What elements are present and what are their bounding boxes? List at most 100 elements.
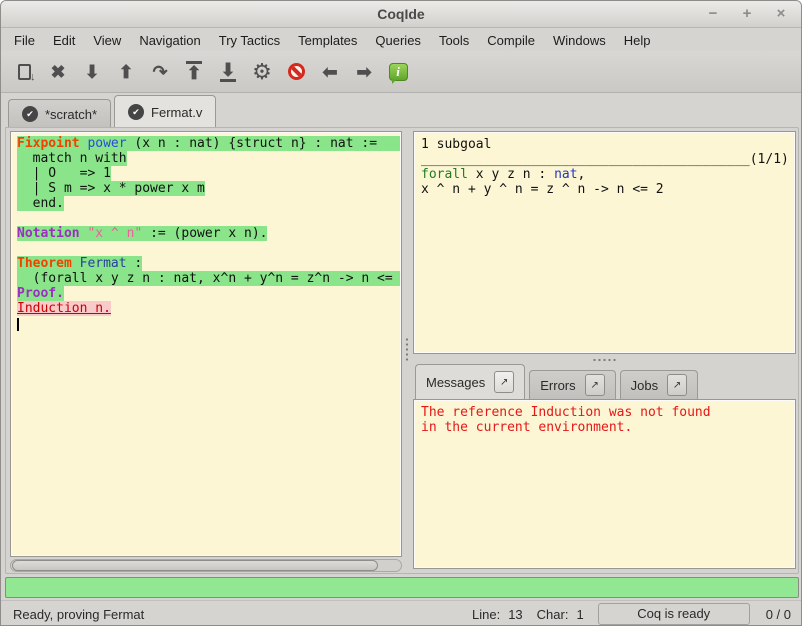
toolbar-button-close-doc[interactable]: ✖ <box>41 55 75 89</box>
file-tab-bar: ✔*scratch*✔Fermat.v <box>1 94 801 128</box>
previous-icon: ⬅ <box>322 63 337 81</box>
toolbar-button-interrupt[interactable] <box>279 55 313 89</box>
line-label: Line: <box>472 607 500 622</box>
close-button[interactable]: × <box>771 4 791 24</box>
message-line: The reference Induction was not found <box>421 405 794 420</box>
title-bar[interactable]: CoqIde − + × <box>1 1 801 28</box>
check-circle-icon: ✔ <box>22 106 38 122</box>
goals-panel: 1 subgoal_______________________________… <box>413 131 796 354</box>
tab-label: Errors <box>540 378 575 393</box>
code-line: end. <box>17 196 400 211</box>
coqide-window: CoqIde − + × FileEditViewNavigationTry T… <box>0 0 802 626</box>
code-line: Theorem Fermat : <box>17 256 400 271</box>
restart-icon: ⬆ <box>186 61 201 82</box>
status-right-group: Line: 13 Char: 1 Coq is ready 0 / 0 <box>472 603 791 625</box>
script-editor-frame: Fixpoint power (x n : nat) {struct n} : … <box>10 131 402 557</box>
about-icon: i <box>389 63 408 81</box>
menu-item-compile[interactable]: Compile <box>478 31 544 50</box>
toolbar-button-save[interactable]: ↓ <box>7 55 41 89</box>
window-title: CoqIde <box>1 6 801 22</box>
tab-errors[interactable]: Errors ↗ <box>529 370 615 399</box>
menu-item-edit[interactable]: Edit <box>44 31 84 50</box>
menu-item-windows[interactable]: Windows <box>544 31 615 50</box>
messages-text: The reference Induction was not foundin … <box>415 401 794 567</box>
tab-messages[interactable]: Messages ↗ <box>415 364 525 399</box>
menu-item-tools[interactable]: Tools <box>430 31 478 50</box>
horizontal-splitter-handle[interactable] <box>592 358 618 362</box>
menu-item-view[interactable]: View <box>84 31 130 50</box>
menu-item-queries[interactable]: Queries <box>366 31 430 50</box>
stop-slash <box>290 65 304 79</box>
tab-jobs[interactable]: Jobs ↗ <box>620 370 698 399</box>
code-line: (forall x y z n : nat, x^n + y^n = z^n -… <box>17 271 400 286</box>
code-line <box>17 211 400 226</box>
goals-text: 1 subgoal_______________________________… <box>415 133 794 352</box>
toolbar-button-restart[interactable]: ⬆ <box>177 55 211 89</box>
vertical-splitter-handle[interactable] <box>405 337 409 363</box>
forward-one-command-icon: ⬇ <box>84 63 99 81</box>
tab-scratch[interactable]: ✔*scratch* <box>8 99 111 128</box>
menu-item-try-tactics[interactable]: Try Tactics <box>210 31 289 50</box>
close-doc-icon: ✖ <box>50 63 65 81</box>
scrollbar-thumb[interactable] <box>12 560 378 571</box>
goal-line: forall x y z n : nat, <box>421 167 794 182</box>
toolbar-button-about[interactable]: i <box>381 55 415 89</box>
toolbar: ↓ ✖ ⬇ ⬆ ↷ ⬆ ⬇ ⚙ ⬅ ➡ i <box>1 51 801 93</box>
window-controls: − + × <box>703 4 791 24</box>
menu-item-templates[interactable]: Templates <box>289 31 366 50</box>
toolbar-button-fully-check[interactable]: ⚙ <box>245 55 279 89</box>
tab-label: Fermat.v <box>151 105 202 120</box>
messages-panel: The reference Induction was not foundin … <box>413 399 796 569</box>
menu-item-file[interactable]: File <box>5 31 44 50</box>
code-editor[interactable]: Fixpoint power (x n : nat) {struct n} : … <box>12 133 400 555</box>
code-line: Induction n. <box>17 301 400 316</box>
toolbar-button-next[interactable]: ➡ <box>347 55 381 89</box>
char-label: Char: <box>537 607 569 622</box>
coq-status-field[interactable]: Coq is ready <box>598 603 750 625</box>
line-value: 13 <box>508 607 522 622</box>
minimize-button[interactable]: − <box>703 4 723 24</box>
message-tab-bar: Messages ↗ Errors ↗ Jobs ↗ <box>413 363 796 399</box>
tab-label: Messages <box>426 375 485 390</box>
interrupt-icon <box>288 63 305 80</box>
go-to-cursor-icon: ↷ <box>152 63 167 81</box>
tab-fermat-v[interactable]: ✔ Fermat.v <box>114 95 216 128</box>
code-line: | O => 1 <box>17 166 400 181</box>
goal-line: 1 subgoal <box>421 137 794 152</box>
code-line <box>17 241 400 256</box>
editor-horizontal-scrollbar[interactable] <box>10 559 402 572</box>
goal-line: x ^ n + y ^ n = z ^ n -> n <= 2 <box>421 182 794 197</box>
toolbar-button-backward-one-command[interactable]: ⬆ <box>109 55 143 89</box>
next-icon: ➡ <box>356 63 371 81</box>
save-icon: ↓ <box>18 64 31 80</box>
text-caret <box>17 318 19 331</box>
char-value: 1 <box>576 607 583 622</box>
info-bubble-tail <box>392 79 397 84</box>
goal-line: ________________________________________… <box>421 152 794 167</box>
down-arrow-badge: ↓ <box>30 71 36 83</box>
detach-icon[interactable]: ↗ <box>667 374 687 396</box>
toolbar-button-forward-one-command[interactable]: ⬇ <box>75 55 109 89</box>
message-line: in the current environment. <box>421 420 794 435</box>
tab-label: Jobs <box>631 378 658 393</box>
code-line: Fixpoint power (x n : nat) {struct n} : … <box>17 136 400 151</box>
code-line: Notation "x ^ n" := (power x n). <box>17 226 400 241</box>
menu-bar: FileEditViewNavigationTry TacticsTemplat… <box>1 29 801 51</box>
backward-one-command-icon: ⬆ <box>118 63 133 81</box>
menu-item-help[interactable]: Help <box>615 31 660 50</box>
menu-item-navigation[interactable]: Navigation <box>130 31 209 50</box>
status-message: Ready, proving Fermat <box>13 607 144 622</box>
maximize-button[interactable]: + <box>737 4 757 24</box>
code-line: | S m => x * power x m <box>17 181 400 196</box>
toolbar-button-go-to-cursor[interactable]: ↷ <box>143 55 177 89</box>
go-to-end-icon: ⬇ <box>220 61 235 82</box>
code-line: Proof. <box>17 286 400 301</box>
detach-icon[interactable]: ↗ <box>494 371 514 393</box>
toolbar-button-previous[interactable]: ⬅ <box>313 55 347 89</box>
status-bar: Ready, proving Fermat Line: 13 Char: 1 C… <box>1 600 801 626</box>
code-line: match n with <box>17 151 400 166</box>
toolbar-button-go-to-end[interactable]: ⬇ <box>211 55 245 89</box>
worker-counter: 0 / 0 <box>766 607 791 622</box>
detach-icon[interactable]: ↗ <box>585 374 605 396</box>
check-circle-icon: ✔ <box>128 104 144 120</box>
